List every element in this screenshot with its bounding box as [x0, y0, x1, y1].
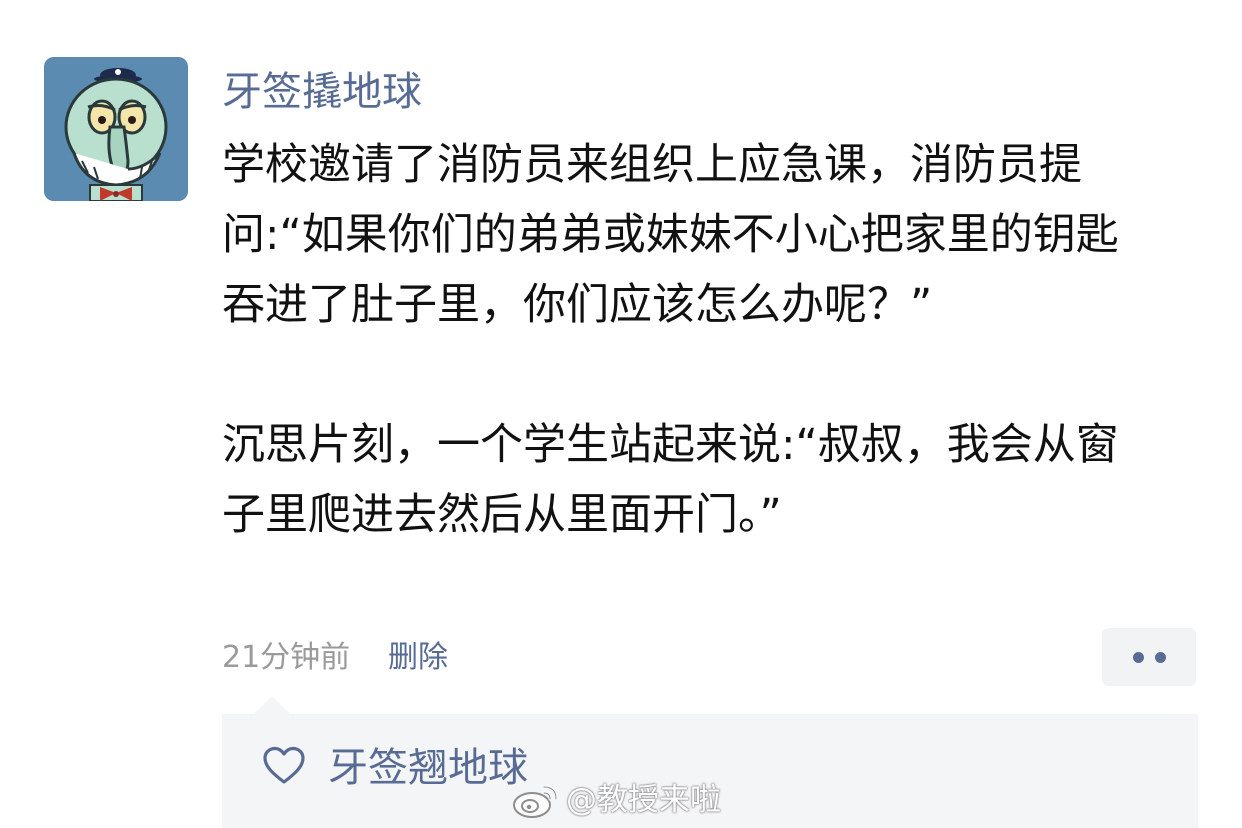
more-dots-icon	[1133, 652, 1144, 663]
weibo-logo-icon	[512, 781, 560, 819]
heart-outline-icon	[263, 746, 305, 784]
watermark: @教授来啦	[512, 778, 721, 822]
liker-name[interactable]: 牙签翘地球	[328, 740, 528, 796]
more-dots-icon	[1155, 652, 1166, 663]
squidward-avatar-image	[44, 57, 188, 201]
author-avatar[interactable]	[44, 57, 188, 201]
likes-box-pointer	[254, 696, 290, 714]
delete-button[interactable]: 删除	[388, 638, 448, 678]
post-paragraph: 学校邀请了消防员来组织上应急课，消防员提问:“如果你们的弟弟或妹妹不小心把家里的…	[222, 140, 1119, 330]
watermark-text: @教授来啦	[566, 782, 721, 818]
author-name[interactable]: 牙签撬地球	[222, 64, 422, 120]
more-options-button[interactable]	[1102, 628, 1196, 686]
post-paragraph: 沉思片刻，一个学生站起来说:“叔叔，我会从窗子里爬进去然后从里面开门。”	[222, 420, 1119, 540]
post-timestamp: 21分钟前	[222, 640, 351, 675]
post-body: 学校邀请了消防员来组织上应急课，消防员提问:“如果你们的弟弟或妹妹不小心把家里的…	[222, 130, 1127, 550]
